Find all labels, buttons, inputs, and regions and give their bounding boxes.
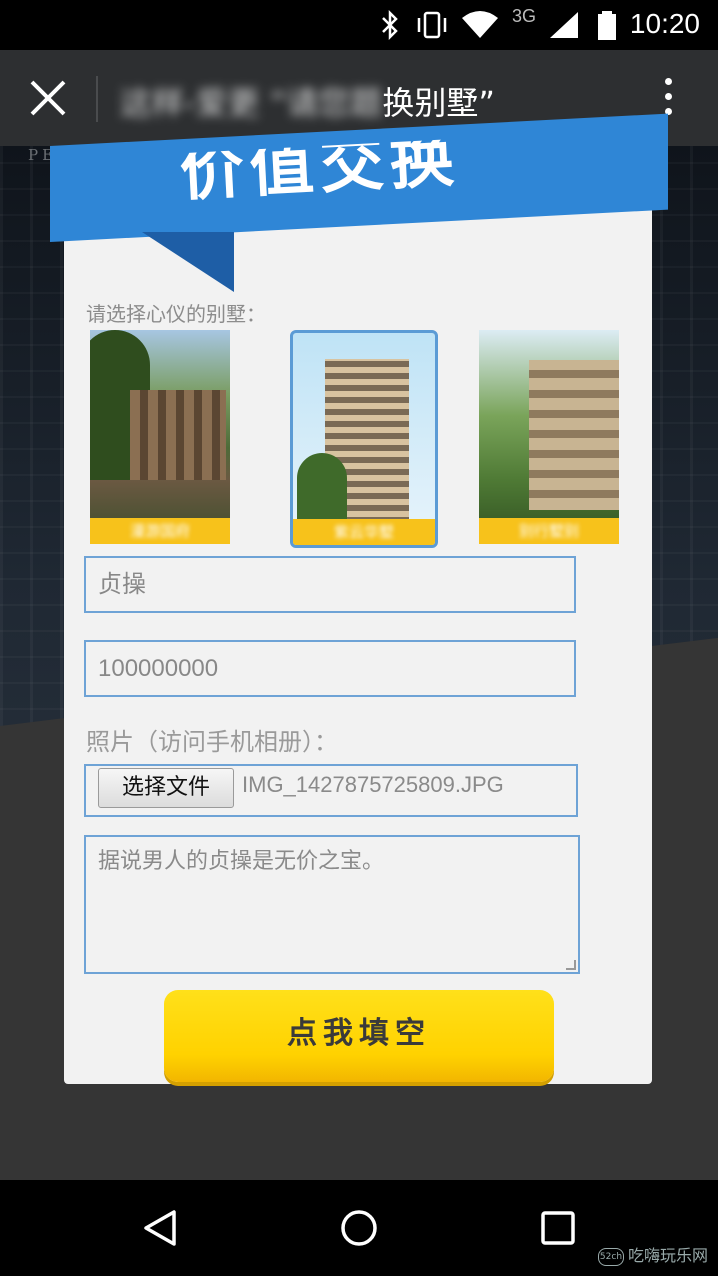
- villa-2-palm: [297, 453, 347, 523]
- villa-option-3[interactable]: 别行墅别: [479, 330, 619, 544]
- page-title-visible: 换别墅”: [382, 84, 495, 122]
- battery-icon: [598, 11, 616, 40]
- watermark-logo: 52ch: [597, 1247, 624, 1266]
- photo-label: 照片（访问手机相册）：: [86, 728, 338, 756]
- back-icon[interactable]: [138, 1206, 182, 1250]
- file-input: 选择文件 IMG_1427875725809.JPG: [84, 764, 578, 817]
- site-watermark: 52ch 吃嗨玩乐网: [597, 1242, 708, 1266]
- villa-option-1[interactable]: 漫游国府: [90, 330, 230, 544]
- villa-option-2-selected[interactable]: 紫云华墅: [290, 330, 438, 548]
- vibrate-icon: [417, 11, 447, 39]
- page-title: 这样-爱更 “请您题换别墅”: [120, 78, 495, 124]
- villa-3-image: [529, 360, 619, 510]
- navigation-bar: 52ch 吃嗨玩乐网: [0, 1180, 718, 1276]
- cell-signal-icon: [550, 12, 578, 38]
- villa-2-caption: 紫云华墅: [293, 519, 435, 545]
- page-title-blurred: 这样-爱更 “请您题: [120, 84, 383, 122]
- banner-ribbon-tail: [142, 232, 234, 292]
- title-divider: [96, 76, 98, 122]
- watermark-text: 吃嗨玩乐网: [627, 1246, 708, 1265]
- villa-select-prompt: 请选择心仪的别墅：: [86, 302, 266, 326]
- recents-icon[interactable]: [536, 1206, 580, 1250]
- choose-file-button[interactable]: 选择文件: [98, 768, 234, 808]
- villa-3-caption: 别行墅别: [479, 518, 619, 544]
- selected-file-name: IMG_1427875725809.JPG: [242, 772, 504, 797]
- bluetooth-icon: [382, 10, 398, 40]
- wifi-icon: [462, 11, 498, 38]
- villa-1-caption: 漫游国府: [90, 518, 230, 544]
- phone-input[interactable]: 100000000: [84, 640, 576, 697]
- message-text: 据说男人的贞操是无价之宝。: [98, 849, 385, 874]
- message-textarea[interactable]: 据说男人的贞操是无价之宝。: [84, 835, 580, 974]
- network-type: 3G: [512, 6, 537, 26]
- clock: 10:20: [629, 8, 700, 39]
- villa-1-image: [130, 390, 226, 480]
- resize-handle-icon[interactable]: [566, 960, 576, 970]
- submit-button[interactable]: 点我填空: [164, 990, 554, 1082]
- close-icon[interactable]: [22, 74, 74, 122]
- name-input[interactable]: 贞操: [84, 556, 576, 613]
- home-icon[interactable]: [337, 1206, 381, 1250]
- status-bar: 3G 10:20: [0, 0, 718, 50]
